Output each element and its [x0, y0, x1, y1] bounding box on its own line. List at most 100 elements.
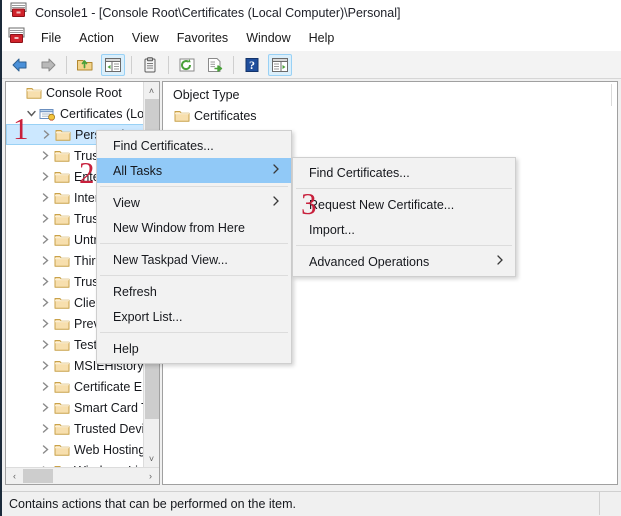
chevron-right-icon[interactable] — [37, 382, 53, 391]
tree-item[interactable]: Certificate Enrollment Requests — [6, 376, 144, 397]
chevron-right-icon[interactable] — [37, 193, 53, 202]
menu-action[interactable]: Action — [70, 28, 123, 48]
chevron-right-icon[interactable] — [37, 277, 53, 286]
mmc-console-window: Console1 - [Console Root\Certificates (L… — [0, 0, 621, 516]
menu-item[interactable]: Request New Certificate... — [293, 192, 515, 217]
menu-item-label: Help — [113, 341, 139, 356]
menu-item[interactable]: Advanced Operations — [293, 249, 515, 274]
menu-item[interactable]: New Taskpad View... — [97, 247, 291, 272]
menu-item[interactable]: Find Certificates... — [293, 160, 515, 185]
tree-item[interactable]: Certificates (Loca — [6, 103, 144, 124]
tree-item[interactable]: Web Hosting — [6, 439, 144, 460]
menu-item[interactable]: Export List... — [97, 304, 291, 329]
chevron-right-icon[interactable] — [37, 256, 53, 265]
menu-item[interactable]: Find Certificates... — [97, 133, 291, 158]
folder-icon — [53, 191, 70, 205]
menu-file[interactable]: File — [32, 28, 70, 48]
menu-view[interactable]: View — [123, 28, 168, 48]
list-item-label: Certificates — [194, 109, 257, 123]
scroll-down-arrow-icon[interactable]: ˅ — [144, 450, 159, 467]
menu-favorites[interactable]: Favorites — [168, 28, 237, 48]
toolbar-separator — [233, 55, 234, 74]
forward-button[interactable] — [36, 54, 60, 76]
tree-item-label: Console Root — [46, 85, 122, 100]
menu-separator — [296, 188, 512, 189]
chevron-right-icon[interactable] — [37, 340, 53, 349]
all-tasks-submenu[interactable]: Find Certificates... Request New Certific… — [292, 157, 516, 277]
help-button[interactable]: ? — [240, 54, 264, 76]
tree-item[interactable]: Windows Live ID Token Issuer — [6, 460, 144, 467]
folder-icon — [53, 422, 70, 436]
up-one-level-button[interactable] — [73, 54, 97, 76]
chevron-right-icon[interactable] — [38, 130, 54, 139]
tree-item[interactable]: Trusted Devices — [6, 418, 144, 439]
chevron-right-icon — [272, 196, 280, 209]
folder-icon — [173, 109, 190, 123]
chevron-right-icon[interactable] — [37, 319, 53, 328]
chevron-right-icon[interactable] — [37, 298, 53, 307]
tree-item-label: Certificates (Loca — [60, 106, 144, 121]
chevron-right-icon[interactable] — [37, 361, 53, 370]
scroll-right-arrow-icon[interactable]: › — [142, 468, 159, 484]
menu-item[interactable]: Refresh — [97, 279, 291, 304]
scroll-left-arrow-icon[interactable]: ‹ — [6, 468, 23, 484]
menu-item-label: New Window from Here — [113, 220, 245, 235]
list-item[interactable]: Certificates — [173, 109, 257, 123]
back-button[interactable] — [8, 54, 32, 76]
chevron-right-icon[interactable] — [37, 424, 53, 433]
chevron-right-icon[interactable] — [37, 403, 53, 412]
chevron-right-icon[interactable] — [37, 172, 53, 181]
show-hide-action-pane-button[interactable] — [268, 53, 292, 76]
column-divider[interactable] — [611, 84, 612, 106]
content-area: Console RootCertificates (LocaPersonalTr… — [2, 79, 621, 491]
folder-icon — [53, 296, 70, 310]
folder-icon — [53, 254, 70, 268]
folder-icon — [53, 443, 70, 457]
context-menu[interactable]: Find Certificates... All Tasks View New Win… — [96, 130, 292, 364]
refresh-button[interactable] — [175, 54, 199, 76]
export-list-button[interactable] — [203, 54, 227, 76]
menu-separator — [100, 243, 288, 244]
menu-separator — [100, 275, 288, 276]
tree-item[interactable]: Console Root — [6, 82, 144, 103]
chevron-right-icon[interactable] — [37, 235, 53, 244]
show-hide-console-tree-button[interactable] — [101, 53, 125, 76]
folder-icon — [25, 86, 42, 100]
menu-item[interactable]: New Window from Here — [97, 215, 291, 240]
chevron-right-icon[interactable] — [37, 445, 53, 454]
properties-button[interactable] — [138, 54, 162, 76]
menu-help[interactable]: Help — [300, 28, 344, 48]
resize-grip[interactable] — [599, 492, 621, 515]
status-text: Contains actions that can be performed o… — [9, 497, 296, 511]
menu-bar: File Action View Favorites Window Help — [2, 25, 621, 51]
chevron-right-icon[interactable] — [37, 214, 53, 223]
menu-separator — [100, 332, 288, 333]
folder-icon — [53, 212, 70, 226]
tree-item[interactable]: Smart Card Trusted Roots — [6, 397, 144, 418]
menu-item[interactable]: All Tasks — [97, 158, 291, 183]
menu-item[interactable]: Help — [97, 336, 291, 361]
folder-icon — [54, 128, 71, 142]
toolbar-separator — [168, 55, 169, 74]
column-header-object-type[interactable]: Object Type — [173, 88, 239, 102]
menu-item[interactable]: View — [97, 190, 291, 215]
folder-icon — [53, 359, 70, 373]
menu-item-label: New Taskpad View... — [113, 252, 228, 267]
tree-horizontal-scrollbar[interactable]: ‹ › — [6, 467, 159, 484]
window-title: Console1 - [Console Root\Certificates (L… — [35, 5, 401, 20]
menu-item[interactable]: Import... — [293, 217, 515, 242]
folder-icon — [53, 401, 70, 415]
toolbar: ? — [2, 51, 621, 79]
tree-item-label: Smart Card Trusted Roots — [74, 400, 144, 415]
folder-icon — [53, 380, 70, 394]
menu-window[interactable]: Window — [237, 28, 299, 48]
menu-item-label: Find Certificates... — [309, 165, 410, 180]
chevron-down-icon[interactable] — [23, 109, 39, 118]
chevron-right-icon[interactable] — [37, 151, 53, 160]
scroll-up-arrow-icon[interactable]: ˄ — [144, 82, 159, 99]
svg-text:?: ? — [249, 58, 255, 72]
tree-hscroll-thumb[interactable] — [23, 469, 53, 483]
menu-item-label: Export List... — [113, 309, 183, 324]
title-bar: Console1 - [Console Root\Certificates (L… — [2, 0, 621, 25]
menu-item-label: Import... — [309, 222, 355, 237]
